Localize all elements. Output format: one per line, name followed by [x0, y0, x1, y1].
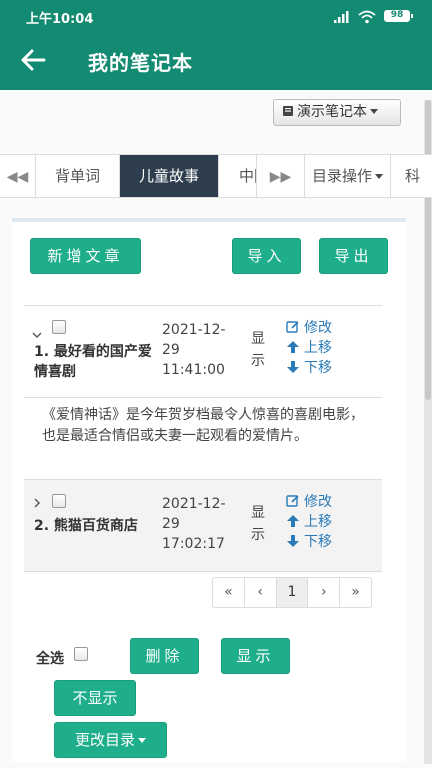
- table-row: 1. 最好看的国产爱情喜剧 2021-12-29 11:41:00 显示 修改 …: [24, 306, 382, 398]
- article-date: 2021-12-29 17:02:17: [162, 496, 226, 552]
- caret-down-icon: [370, 109, 378, 114]
- pagination: « ‹ 1 › »: [212, 577, 372, 608]
- page-first-button[interactable]: «: [213, 578, 245, 607]
- battery-icon: 98: [384, 10, 413, 22]
- move-down-link[interactable]: 下移: [286, 358, 332, 378]
- page-last-button[interactable]: »: [340, 578, 371, 607]
- tab-children-stories[interactable]: 儿童故事: [120, 155, 219, 197]
- chevron-right-icon[interactable]: [32, 498, 42, 508]
- article-title[interactable]: 1. 最好看的国产爱情喜剧: [34, 342, 152, 382]
- page-title: 我的笔记本: [88, 51, 193, 75]
- tab-catalog-operations-label: 目录操作: [311, 167, 372, 185]
- article-checkbox[interactable]: [52, 320, 66, 334]
- export-button[interactable]: 导出: [319, 238, 388, 274]
- edit-link[interactable]: 修改: [286, 492, 332, 512]
- page-next-button[interactable]: ›: [308, 578, 341, 607]
- edit-label: 修改: [304, 320, 332, 336]
- hide-button[interactable]: 不显示: [54, 680, 136, 716]
- article-list: 1. 最好看的国产爱情喜剧 2021-12-29 11:41:00 显示 修改 …: [24, 305, 382, 572]
- status-bar: 上午10:04 98: [0, 0, 432, 30]
- page-prev-button[interactable]: ‹: [245, 578, 277, 607]
- arrow-up-icon: [287, 341, 299, 353]
- table-row: 2. 熊猫百货商店 2021-12-29 17:02:17 显示 修改 上移 下…: [24, 480, 382, 572]
- scrollbar[interactable]: [424, 100, 432, 764]
- edit-icon: [286, 321, 299, 333]
- new-article-button[interactable]: 新增文章: [30, 238, 141, 274]
- tab-china[interactable]: 中国: [219, 155, 257, 197]
- article-checkbox[interactable]: [52, 494, 66, 508]
- caret-down-icon: [375, 174, 383, 179]
- category-tabs: ◀◀ 背单词 儿童故事 中国 ▶▶ 目录操作 科: [0, 154, 432, 198]
- edit-label: 修改: [304, 494, 332, 510]
- change-category-label: 更改目录: [74, 731, 135, 749]
- caret-down-icon: [138, 738, 146, 743]
- import-button[interactable]: 导入: [232, 238, 301, 274]
- article-visibility: 显示: [251, 331, 265, 369]
- move-up-link[interactable]: 上移: [286, 512, 332, 532]
- article-description: 《爱情神话》是今年贺岁档最令人惊喜的喜剧电影，也是最适合情侣或夫妻一起观看的爱情…: [24, 398, 382, 480]
- show-button[interactable]: 显示: [221, 638, 290, 674]
- article-actions: 修改 上移 下移: [286, 318, 332, 378]
- page-current[interactable]: 1: [276, 578, 309, 607]
- double-left-arrow-icon: ◀◀: [6, 169, 29, 185]
- tab-scroll-left[interactable]: ◀◀: [0, 155, 36, 197]
- notebook-selector-button[interactable]: 演示笔记本: [273, 99, 401, 126]
- article-actions: 修改 上移 下移: [286, 492, 332, 552]
- arrow-up-icon: [287, 515, 299, 527]
- scrollbar-thumb[interactable]: [425, 100, 431, 400]
- wifi-icon: [358, 10, 376, 24]
- signal-icon: [334, 11, 349, 23]
- edit-icon: [286, 495, 299, 507]
- delete-button[interactable]: 删除: [130, 638, 199, 674]
- arrow-down-icon: [287, 361, 299, 373]
- tab-catalog-operations[interactable]: 目录操作: [305, 155, 391, 197]
- back-arrow-icon[interactable]: [18, 46, 48, 74]
- move-down-label: 下移: [304, 360, 332, 376]
- article-title[interactable]: 2. 熊猫百货商店: [34, 516, 152, 536]
- book-icon: [283, 106, 293, 116]
- tab-science[interactable]: 科: [391, 155, 424, 197]
- move-up-link[interactable]: 上移: [286, 338, 332, 358]
- chevron-down-icon[interactable]: [32, 330, 42, 340]
- select-all-label: 全选: [36, 651, 64, 667]
- tab-scroll-right[interactable]: ▶▶: [257, 155, 305, 197]
- move-down-label: 下移: [304, 534, 332, 550]
- change-category-button[interactable]: 更改目录: [54, 722, 167, 758]
- move-down-link[interactable]: 下移: [286, 532, 332, 552]
- status-time: 上午10:04: [26, 12, 94, 27]
- edit-link[interactable]: 修改: [286, 318, 332, 338]
- article-visibility: 显示: [251, 505, 265, 543]
- article-date: 2021-12-29 11:41:00: [162, 322, 226, 378]
- tab-vocabulary[interactable]: 背单词: [36, 155, 120, 197]
- double-right-arrow-icon: ▶▶: [269, 169, 292, 185]
- notebook-selector-label: 演示笔记本: [297, 104, 367, 120]
- move-up-label: 上移: [304, 340, 332, 356]
- arrow-down-icon: [287, 535, 299, 547]
- main-content: 演示笔记本 ◀◀ 背单词 儿童故事 中国 ▶▶ 目录操作 科 新增文章 导入 导…: [0, 90, 432, 768]
- move-up-label: 上移: [304, 514, 332, 530]
- app-bar: 我的笔记本: [0, 30, 432, 90]
- select-all-checkbox[interactable]: [74, 647, 88, 661]
